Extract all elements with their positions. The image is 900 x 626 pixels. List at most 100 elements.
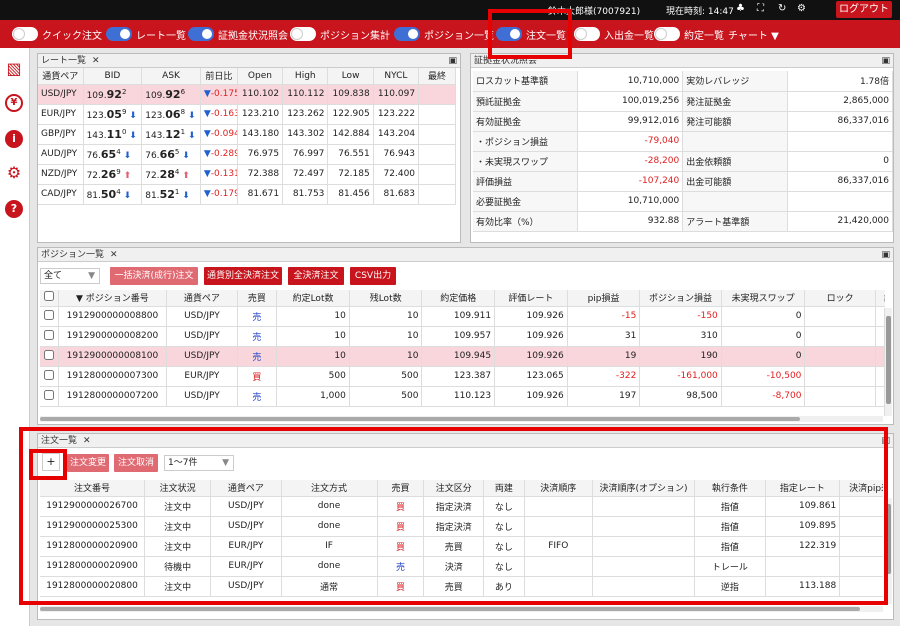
margin-status-tab[interactable]: 証拠金状況照会 ▣ [471, 54, 893, 68]
ask-price[interactable]: 123.068 ⬇ [141, 104, 201, 125]
order-scrollbar[interactable] [884, 498, 892, 604]
rate-row[interactable]: NZD/JPY 72.269 ⬆ 72.284 ⬆ ▼ -0.131 72.388 72.4… [38, 164, 456, 185]
logout-button[interactable]: ログアウト [836, 1, 892, 18]
row-checkbox[interactable] [40, 386, 59, 407]
bid-price[interactable]: 109.922 [83, 84, 143, 105]
rate-col-header[interactable]: NYCL [373, 68, 420, 85]
toggle-switch[interactable] [394, 27, 420, 41]
menu-item-5[interactable]: 注文一覧 [496, 26, 566, 42]
position-list-tab[interactable]: ポジション一覧 ✕ ▣ [38, 248, 893, 262]
order-hscrollbar[interactable] [40, 606, 883, 612]
order-col-header[interactable]: 注文状況 [144, 480, 212, 497]
order-row[interactable]: 1912800000020900 注文中 EUR/JPY IF 買売買 なし FIFO 指値 1… [40, 536, 883, 557]
order-change-button[interactable]: 注文変更 [67, 454, 109, 472]
refresh-icon[interactable]: ↻ [778, 3, 786, 14]
position-row[interactable]: 1912900000008200 USD/JPY 売 10 10 109.957 109.9… [40, 326, 885, 347]
bid-price[interactable]: 81.504 ⬇ [83, 184, 143, 205]
position-scrollbar[interactable] [884, 308, 892, 416]
order-col-header[interactable]: 注文方式 [281, 480, 378, 497]
order-range-select[interactable]: 1～7件 ▼ [164, 455, 234, 471]
rate-col-header[interactable]: ASK [141, 68, 201, 85]
bid-price[interactable]: 123.059 ⬇ [83, 104, 143, 125]
menu-item-3[interactable]: ポジション集計 [290, 26, 390, 42]
position-col-header[interactable]: pip損益 [567, 290, 641, 307]
csv-export-button[interactable]: CSV出力 [350, 267, 396, 285]
toggle-switch[interactable] [106, 27, 132, 41]
add-order-button[interactable]: + [42, 453, 60, 471]
rate-col-header[interactable]: Low [327, 68, 374, 85]
position-row[interactable]: 1912800000007300 EUR/JPY 買 500 500 123.387 123… [40, 366, 885, 387]
order-col-header[interactable]: 両建 [483, 480, 525, 497]
menu-item-2[interactable]: 証拠金状況照会 [188, 26, 288, 42]
position-col-header[interactable]: 評価レート [494, 290, 568, 307]
order-col-header[interactable]: 注文区分 [423, 480, 485, 497]
row-checkbox[interactable] [40, 346, 59, 367]
ask-price[interactable]: 72.284 ⬆ [141, 164, 201, 185]
position-hscrollbar[interactable] [40, 416, 883, 422]
rate-row[interactable]: USD/JPY 109.922 109.926 ▼ -0.175 110.102 110… [38, 84, 456, 105]
order-col-header[interactable]: 指定レート [765, 480, 841, 497]
order-cancel-button[interactable]: 注文取消 [114, 454, 158, 472]
toggle-switch[interactable] [12, 27, 38, 41]
toggle-switch[interactable] [290, 27, 316, 41]
menu-item-8[interactable]: チャート ▼ [728, 26, 779, 42]
order-col-header[interactable]: 注文番号 [40, 480, 146, 497]
bell-icon[interactable]: ♣ [736, 3, 745, 14]
position-row[interactable]: 1912800000007200 USD/JPY 売 1,000 500 110.123 1… [40, 386, 885, 407]
maximize-icon[interactable]: ▣ [448, 54, 457, 68]
position-col-header[interactable]: ロック [804, 290, 876, 307]
ask-price[interactable]: 143.121 ⬇ [141, 124, 201, 145]
rate-row[interactable]: CAD/JPY 81.504 ⬇ 81.521 ⬇ ▼ -0.179 81.671 81.7… [38, 184, 456, 205]
order-row[interactable]: 1912900000026700 注文中 USD/JPY done 買指定決済 なし 指値 1… [40, 496, 883, 517]
close-by-pair-button[interactable]: 通貨別全決済注文 [204, 267, 282, 285]
maximize-icon[interactable]: ▣ [881, 434, 890, 448]
rate-col-header[interactable]: 最終 [418, 68, 456, 85]
rate-col-header[interactable]: 前日比 [200, 68, 238, 85]
row-checkbox[interactable] [40, 326, 59, 347]
position-col-header[interactable]: 通貨ペア [166, 290, 238, 307]
help-icon[interactable]: ? [5, 200, 23, 218]
menu-item-0[interactable]: クイック注文 [12, 26, 102, 42]
row-checkbox[interactable] [40, 306, 59, 327]
close-all-button[interactable]: 全決済注文 [288, 267, 344, 285]
order-list-tab[interactable]: 注文一覧 ✕ ▣ [38, 434, 893, 448]
rate-col-header[interactable]: 通貨ペア [38, 68, 84, 85]
select-all-checkbox[interactable] [40, 290, 59, 307]
order-col-header[interactable]: 決済順序 [524, 480, 593, 497]
order-col-header[interactable]: 決済pip差 [839, 480, 883, 497]
rate-row[interactable]: EUR/JPY 123.059 ⬇ 123.068 ⬇ ▼ -0.163 123.210 1… [38, 104, 456, 125]
menu-item-4[interactable]: ポジション一覧 [394, 26, 494, 42]
close-icon[interactable]: ✕ [110, 250, 118, 260]
rate-col-header[interactable]: Open [237, 68, 284, 85]
position-col-header[interactable]: 評価損 [875, 290, 885, 307]
maximize-icon[interactable]: ▣ [881, 248, 890, 262]
rate-col-header[interactable]: BID [83, 68, 143, 85]
yen-icon[interactable]: ¥ [5, 94, 23, 112]
ask-price[interactable]: 81.521 ⬇ [141, 184, 201, 205]
order-col-header[interactable]: 執行条件 [694, 480, 766, 497]
order-row[interactable]: 1912800000020900 待機中 EUR/JPY done 売決済 なし トレール [40, 556, 883, 577]
position-col-header[interactable]: 残Lot数 [349, 290, 423, 307]
bulk-close-market-button[interactable]: 一括決済(成行)注文 [110, 267, 198, 285]
position-row[interactable]: 1912900000008100 USD/JPY 売 10 10 109.945 109.9… [40, 346, 885, 367]
rate-row[interactable]: GBP/JPY 143.110 ⬇ 143.121 ⬇ ▼ -0.094 143.180 1… [38, 124, 456, 145]
row-checkbox[interactable] [40, 366, 59, 387]
gear-icon[interactable]: ⚙ [797, 3, 806, 14]
position-col-header[interactable]: 約定Lot数 [276, 290, 350, 307]
menu-item-6[interactable]: 入出金一覧 [574, 26, 654, 42]
toggle-switch[interactable] [188, 27, 214, 41]
menu-item-7[interactable]: 約定一覧 [654, 26, 724, 42]
ask-price[interactable]: 109.926 [141, 84, 201, 105]
bid-price[interactable]: 143.110 ⬇ [83, 124, 143, 145]
close-icon[interactable]: ✕ [83, 436, 91, 446]
order-col-header[interactable]: 決済順序(オプション) [592, 480, 696, 497]
position-row[interactable]: 1912900000008800 USD/JPY 売 10 10 109.911 109.9… [40, 306, 885, 327]
maximize-icon[interactable]: ▣ [881, 54, 890, 68]
toggle-switch[interactable] [574, 27, 600, 41]
order-row[interactable]: 1912800000020800 注文中 USD/JPY 通常買売買 あり 逆指 113.1… [40, 576, 883, 597]
position-col-header[interactable]: 未実現スワップ [721, 290, 806, 307]
ask-price[interactable]: 76.665 ⬇ [141, 144, 201, 165]
position-filter-select[interactable]: 全て ▼ [40, 268, 100, 284]
bid-price[interactable]: 72.269 ⬆ [83, 164, 143, 185]
toggle-switch[interactable] [654, 27, 680, 41]
